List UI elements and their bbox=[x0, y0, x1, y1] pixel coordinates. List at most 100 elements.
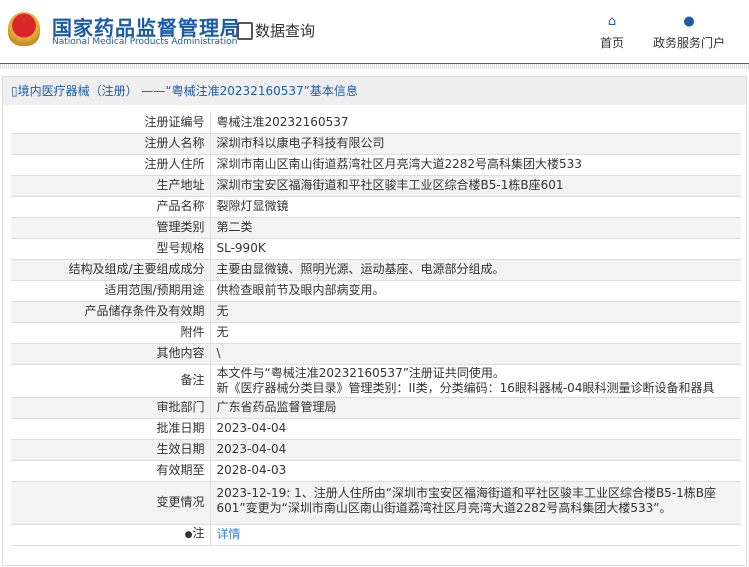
row-label: 型号规格 bbox=[11, 238, 211, 260]
data-query-label: 数据查询 bbox=[255, 22, 316, 40]
table-row: 注册证编号 粤械注准20232160537 bbox=[11, 112, 741, 134]
row-label: 批准日期 bbox=[11, 418, 211, 440]
table-row: 生效日期 2023-04-04 bbox=[11, 439, 741, 461]
row-label-text: 注 bbox=[192, 526, 205, 540]
row-label-text: 产品名称 bbox=[156, 199, 205, 213]
nav-service-portal[interactable]: ● 政务服务门户 bbox=[653, 14, 725, 51]
row-value-text: 第二类 bbox=[216, 220, 253, 234]
row-label-text: 附件 bbox=[180, 325, 205, 339]
row-value-text: 粤械注准20232160537 bbox=[216, 114, 349, 129]
row-label-text: 批准日期 bbox=[156, 421, 205, 435]
document-icon: ▯ bbox=[11, 84, 18, 98]
row-value: 深圳市科以康电子科技有限公司 bbox=[210, 133, 741, 155]
row-value: 广东省药品监督管理局 bbox=[210, 397, 741, 419]
detail-card: ▯境内医疗器械（注册） ——“粤械注准20232160537”基本信息 注册证编… bbox=[2, 76, 747, 566]
row-value: 深圳市南山区南山街道荔湾社区月亮湾大道2282号高科集团大楼533 bbox=[210, 154, 741, 176]
row-value: SL-990K bbox=[210, 238, 741, 260]
row-label: 变更情况 bbox=[11, 481, 211, 525]
row-value: 无 bbox=[210, 322, 741, 344]
row-value-text: 深圳市科以康电子科技有限公司 bbox=[216, 136, 385, 150]
row-value: 供检查眼前节及眼内部病变用。 bbox=[210, 280, 741, 302]
site-header: 国家药品监督管理局 National Medical Products Admi… bbox=[0, 0, 749, 64]
table-row: 产品名称 裂隙灯显微镜 bbox=[11, 196, 741, 218]
table-row: 注册人名称 深圳市科以康电子科技有限公司 bbox=[11, 133, 741, 155]
table-row: 变更情况 2023-12-19: 1、注册人住所由“深圳市宝安区福海街道和平社区骏… bbox=[11, 481, 741, 525]
row-value: 主要由显微镜、照明光源、运动基座、电源部分组成。 bbox=[210, 259, 741, 281]
row-label: 生效日期 bbox=[11, 439, 211, 461]
page-title-text: 境内医疗器械（注册） ——“粤械注准20232160537”基本信息 bbox=[17, 84, 358, 98]
row-value-text: \ bbox=[216, 346, 221, 360]
row-value-text: 2028-04-03 bbox=[216, 463, 287, 477]
row-value-text: 2023-04-04 bbox=[216, 442, 287, 456]
row-label: 附件 bbox=[11, 322, 211, 344]
row-label: 其他内容 bbox=[11, 343, 211, 365]
table-row: 适用范围/预期用途 供检查眼前节及眼内部病变用。 bbox=[11, 280, 741, 302]
row-label: ●注 bbox=[11, 524, 211, 546]
table-row: 型号规格 SL-990K bbox=[11, 238, 741, 260]
row-label: 适用范围/预期用途 bbox=[11, 280, 211, 302]
row-label-text: 管理类别 bbox=[156, 220, 205, 234]
row-label-text: 注册人住所 bbox=[144, 157, 205, 171]
row-label-text: 备注 bbox=[180, 373, 205, 387]
row-label-text: 生产地址 bbox=[156, 178, 205, 192]
row-label-text: 审批部门 bbox=[156, 400, 205, 414]
details-link[interactable]: 详情 bbox=[217, 527, 241, 541]
table-row: 注册人住所 深圳市南山区南山街道荔湾社区月亮湾大道2282号高科集团大楼533 bbox=[11, 154, 741, 176]
row-label-text: 生效日期 bbox=[156, 442, 205, 456]
row-label: 结构及组成/主要组成成分 bbox=[11, 259, 211, 281]
row-value-text: 裂隙灯显微镜 bbox=[216, 199, 289, 213]
row-label-text: 型号规格 bbox=[156, 241, 205, 255]
row-value: 2023-04-04 bbox=[210, 418, 741, 440]
row-label: 注册证编号 bbox=[11, 112, 211, 134]
document-search-icon bbox=[237, 21, 253, 40]
nav-home-label: 首页 bbox=[600, 36, 625, 50]
row-value: 裂隙灯显微镜 bbox=[210, 196, 741, 218]
row-value: 详情 bbox=[210, 524, 741, 546]
detail-table: 注册证编号 粤械注准20232160537 注册人名称 深圳市科以康电子科技有限公司注… bbox=[11, 112, 741, 546]
table-row: 批准日期 2023-04-04 bbox=[11, 418, 741, 440]
nav-portal-label: 政务服务门户 bbox=[653, 36, 726, 50]
row-value-text: 2023-12-19: 1、注册人住所由“深圳市宝安区福海街道和平社区骏丰工业区… bbox=[216, 485, 717, 515]
row-value-text: 深圳市宝安区福海街道和平社区骏丰工业区综合楼B5-1栋B座601 bbox=[216, 178, 564, 192]
table-row: 有效期至 2028-04-03 bbox=[11, 460, 741, 482]
row-label: 产品名称 bbox=[11, 196, 211, 218]
row-label: 管理类别 bbox=[11, 217, 211, 239]
table-row: 其他内容 \ bbox=[11, 343, 741, 365]
table-row: 管理类别 第二类 bbox=[11, 217, 741, 239]
row-value: 2028-04-03 bbox=[210, 460, 741, 482]
row-value-text-2: 新《医疗器械分类目录》管理类别：II类，分类编码：16眼科器械-04眼科测量诊断… bbox=[216, 380, 715, 395]
table-row: 生产地址 深圳市宝安区福海街道和平社区骏丰工业区综合楼B5-1栋B座601 bbox=[11, 175, 741, 197]
table-row: 附件无 bbox=[11, 322, 741, 344]
row-value: 无 bbox=[210, 301, 741, 323]
row-label: 生产地址 bbox=[11, 175, 211, 197]
row-label: 审批部门 bbox=[11, 397, 211, 419]
row-value-text: 供检查眼前节及眼内部病变用。 bbox=[216, 283, 385, 297]
row-value-text: 本文件与“粤械注准20232160537”注册证共同使用。 bbox=[216, 365, 505, 380]
row-label: 注册人名称 bbox=[11, 133, 211, 155]
table-row: 备注 本文件与“粤械注准20232160537”注册证共同使用。 新《医疗器械分类目… bbox=[11, 364, 741, 398]
divider bbox=[0, 64, 749, 69]
national-emblem-logo bbox=[8, 12, 40, 46]
row-label: 备注 bbox=[11, 364, 211, 398]
row-value: 本文件与“粤械注准20232160537”注册证共同使用。 新《医疗器械分类目录》… bbox=[210, 364, 741, 398]
row-label-text: 注册人名称 bbox=[144, 136, 205, 150]
row-value-text: 无 bbox=[216, 325, 229, 339]
row-label: 注册人住所 bbox=[11, 154, 211, 176]
table-row: 结构及组成/主要组成成分 主要由显微镜、照明光源、运动基座、电源部分组成。 bbox=[11, 259, 741, 281]
row-value: 2023-12-19: 1、注册人住所由“深圳市宝安区福海街道和平社区骏丰工业区… bbox=[210, 481, 741, 525]
data-query-title: 数据查询 bbox=[237, 20, 315, 41]
row-label: 有效期至 bbox=[11, 460, 211, 482]
row-value: \ bbox=[210, 343, 741, 365]
row-label-text: 有效期至 bbox=[156, 463, 205, 477]
page-title: ▯境内医疗器械（注册） ——“粤械注准20232160537”基本信息 bbox=[3, 77, 746, 105]
row-label: 产品储存条件及有效期 bbox=[11, 301, 211, 323]
row-value: 第二类 bbox=[210, 217, 741, 239]
row-value-text: 主要由显微镜、照明光源、运动基座、电源部分组成。 bbox=[216, 262, 505, 276]
nav-home[interactable]: ⌂ 首页 bbox=[600, 14, 624, 51]
row-label-text: 其他内容 bbox=[156, 346, 205, 360]
table-row: 产品储存条件及有效期无 bbox=[11, 301, 741, 323]
row-value: 粤械注准20232160537 bbox=[210, 112, 741, 134]
row-value: 2023-04-04 bbox=[210, 439, 741, 461]
row-label-text: 注册证编号 bbox=[144, 114, 205, 129]
row-label-text: 变更情况 bbox=[156, 495, 205, 509]
